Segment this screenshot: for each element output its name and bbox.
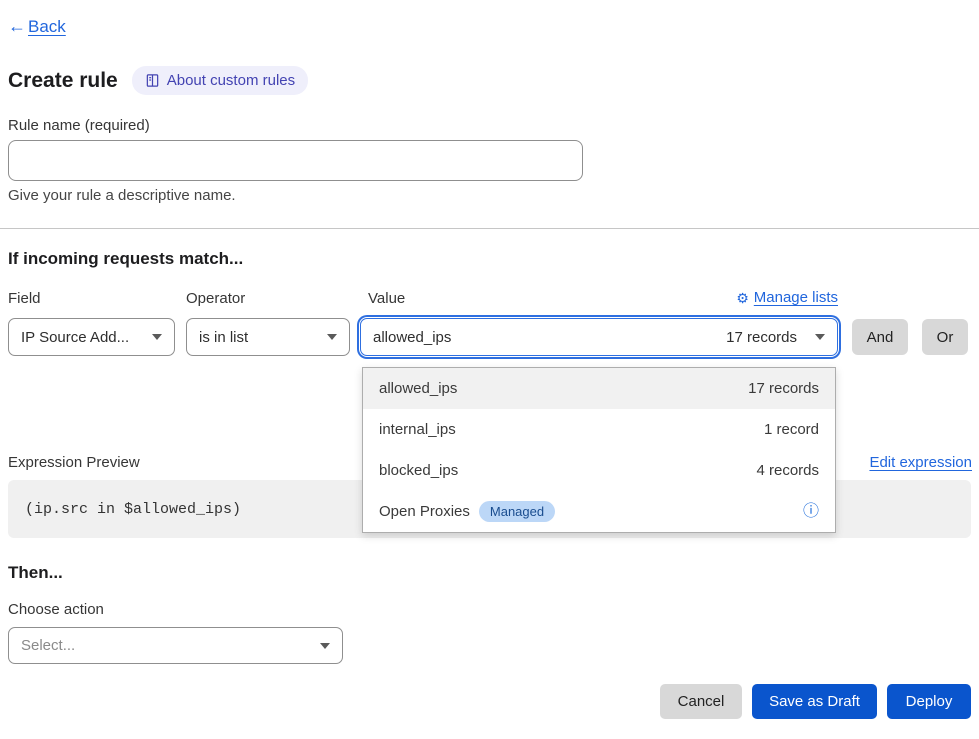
- action-select-placeholder: Select...: [21, 637, 75, 654]
- and-button[interactable]: And: [852, 319, 908, 355]
- section-divider: [0, 228, 979, 229]
- action-select[interactable]: Select...: [8, 627, 343, 664]
- value-combobox-text: allowed_ips: [373, 329, 726, 346]
- list-option-name: blocked_ips: [379, 462, 756, 479]
- list-option-open-proxies[interactable]: Open Proxies Managed ⓘ: [363, 491, 835, 532]
- list-option-records: 1 record: [764, 421, 819, 438]
- gear-icon: ⚙: [736, 291, 749, 305]
- value-label: Value: [368, 290, 405, 307]
- chevron-down-icon: [815, 334, 825, 340]
- expression-preview-label: Expression Preview: [8, 454, 140, 471]
- back-link[interactable]: ← Back: [8, 16, 66, 37]
- expression-code: (ip.src in $allowed_ips): [25, 501, 241, 518]
- back-link-label: Back: [28, 17, 66, 37]
- book-icon: [145, 73, 160, 88]
- lists-dropdown-menu: allowed_ips 17 records internal_ips 1 re…: [362, 367, 836, 533]
- info-icon[interactable]: ⓘ: [803, 504, 819, 520]
- list-option-name: allowed_ips: [379, 380, 748, 397]
- choose-action-label: Choose action: [8, 601, 104, 618]
- page-header: Create rule About custom rules: [8, 66, 308, 95]
- page-title: Create rule: [8, 69, 118, 93]
- list-option-allowed-ips[interactable]: allowed_ips 17 records: [363, 368, 835, 409]
- manage-lists-label: Manage lists: [754, 289, 838, 306]
- create-rule-page: ← Back Create rule About custom rules Ru…: [0, 0, 979, 739]
- about-custom-rules-link[interactable]: About custom rules: [132, 66, 308, 95]
- match-section-title: If incoming requests match...: [8, 249, 243, 269]
- manage-lists-link[interactable]: ⚙ Manage lists: [736, 289, 838, 306]
- field-label: Field: [8, 290, 41, 307]
- chevron-down-icon: [327, 334, 337, 340]
- then-section-title: Then...: [8, 563, 63, 583]
- list-option-name: Open Proxies: [379, 503, 470, 520]
- chevron-down-icon: [320, 643, 330, 649]
- about-custom-rules-label: About custom rules: [167, 72, 295, 89]
- list-option-records: 4 records: [756, 462, 819, 479]
- operator-select-value: is in list: [199, 329, 248, 346]
- list-option-internal-ips[interactable]: internal_ips 1 record: [363, 409, 835, 450]
- rule-name-help-text: Give your rule a descriptive name.: [8, 187, 236, 204]
- rule-name-label: Rule name (required): [8, 117, 150, 134]
- save-as-draft-button[interactable]: Save as Draft: [752, 684, 877, 719]
- managed-badge: Managed: [479, 501, 555, 522]
- or-button[interactable]: Or: [922, 319, 968, 355]
- field-select[interactable]: IP Source Add...: [8, 318, 175, 356]
- list-option-name: internal_ips: [379, 421, 764, 438]
- cancel-button[interactable]: Cancel: [660, 684, 742, 719]
- field-select-value: IP Source Add...: [21, 329, 129, 346]
- chevron-down-icon: [152, 334, 162, 340]
- value-records-count: 17 records: [726, 329, 797, 346]
- list-option-blocked-ips[interactable]: blocked_ips 4 records: [363, 450, 835, 491]
- rule-name-input[interactable]: [8, 140, 583, 181]
- operator-select[interactable]: is in list: [186, 318, 350, 356]
- operator-label: Operator: [186, 290, 245, 307]
- value-combobox[interactable]: allowed_ips 17 records: [360, 318, 838, 356]
- back-arrow-icon: ←: [8, 16, 26, 37]
- list-option-records: 17 records: [748, 380, 819, 397]
- deploy-button[interactable]: Deploy: [887, 684, 971, 719]
- edit-expression-link[interactable]: Edit expression: [869, 454, 972, 471]
